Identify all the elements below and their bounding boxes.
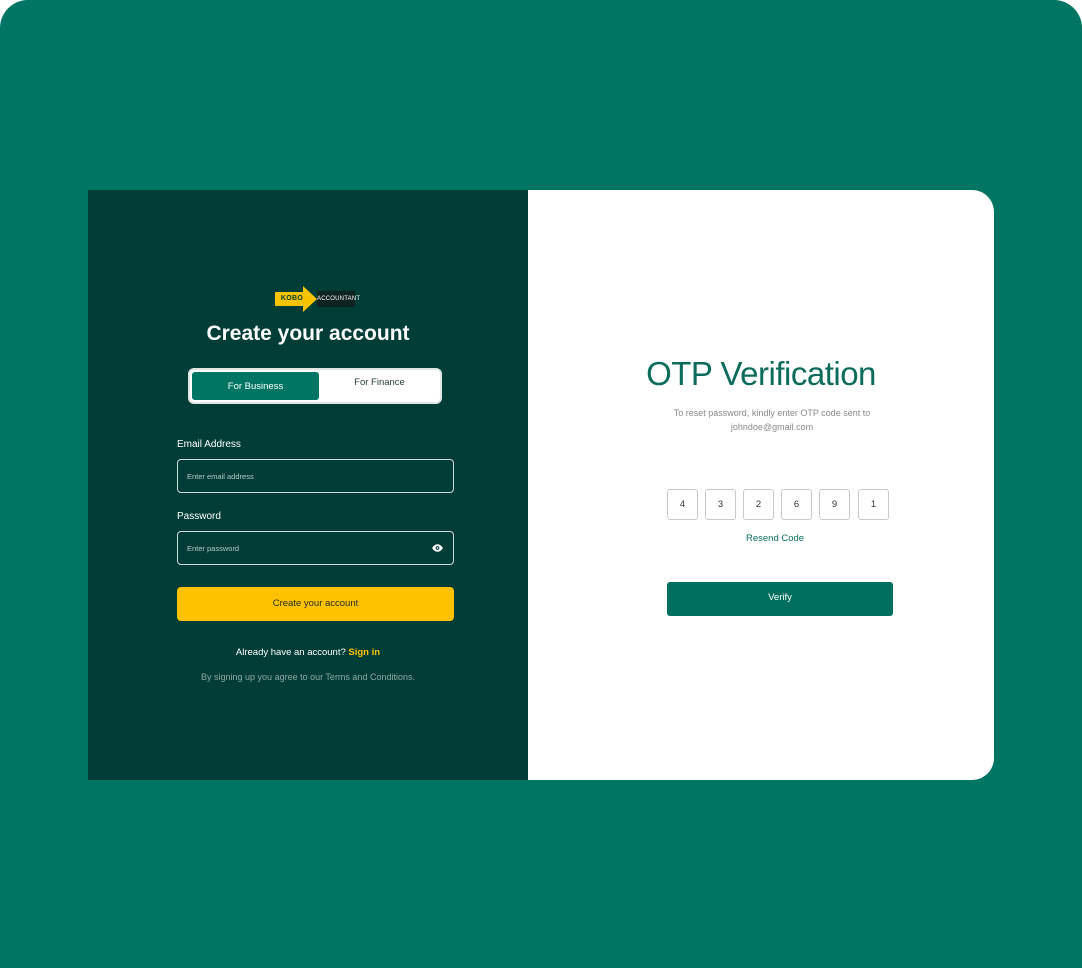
account-type-toggle: For Business For Finance [190,370,440,402]
password-field[interactable] [178,532,427,564]
signin-prompt-text: Already have an account? [235,647,346,658]
otp-digit-1[interactable]: 4 [667,489,698,520]
logo-subtext: ACCOUNTANT [317,291,360,307]
auth-card: KOBO ACCOUNTANT Create your account For … [88,190,994,780]
create-account-button[interactable]: Create your account [177,587,454,621]
email-field[interactable] [178,460,427,492]
otp-digit-5[interactable]: 9 [819,489,850,520]
toggle-for-business[interactable]: For Business [192,372,319,400]
password-label: Password [177,511,221,522]
otp-digit-2[interactable]: 3 [705,489,736,520]
email-label: Email Address [177,439,241,450]
verify-button[interactable]: Verify [667,582,893,616]
otp-description: To reset password, kindly enter OTP code… [673,408,871,432]
eye-icon[interactable] [431,542,444,554]
otp-digit-6[interactable]: 1 [858,489,889,520]
email-field-wrapper [177,459,454,493]
logo-arrow-icon [303,286,317,312]
kobo-logo: KOBO ACCOUNTANT [275,286,360,314]
page-background: KOBO ACCOUNTANT Create your account For … [0,0,1082,968]
otp-panel: OTP Verification To reset password, kind… [528,190,994,780]
signin-link[interactable]: Sign in [348,647,380,658]
otp-digit-4[interactable]: 6 [781,489,812,520]
otp-digit-3[interactable]: 2 [743,489,774,520]
signin-prompt: Already have an account? Sign in [88,647,528,658]
otp-title: OTP Verification [646,355,876,392]
password-field-wrapper [177,531,454,565]
page-title: Create your account [206,322,410,345]
terms-text: By signing up you agree to our Terms and… [201,672,415,682]
resend-code-link[interactable]: Resend Code [746,533,804,544]
signup-panel: KOBO ACCOUNTANT Create your account For … [88,190,528,780]
toggle-for-finance[interactable]: For Finance [321,372,438,400]
